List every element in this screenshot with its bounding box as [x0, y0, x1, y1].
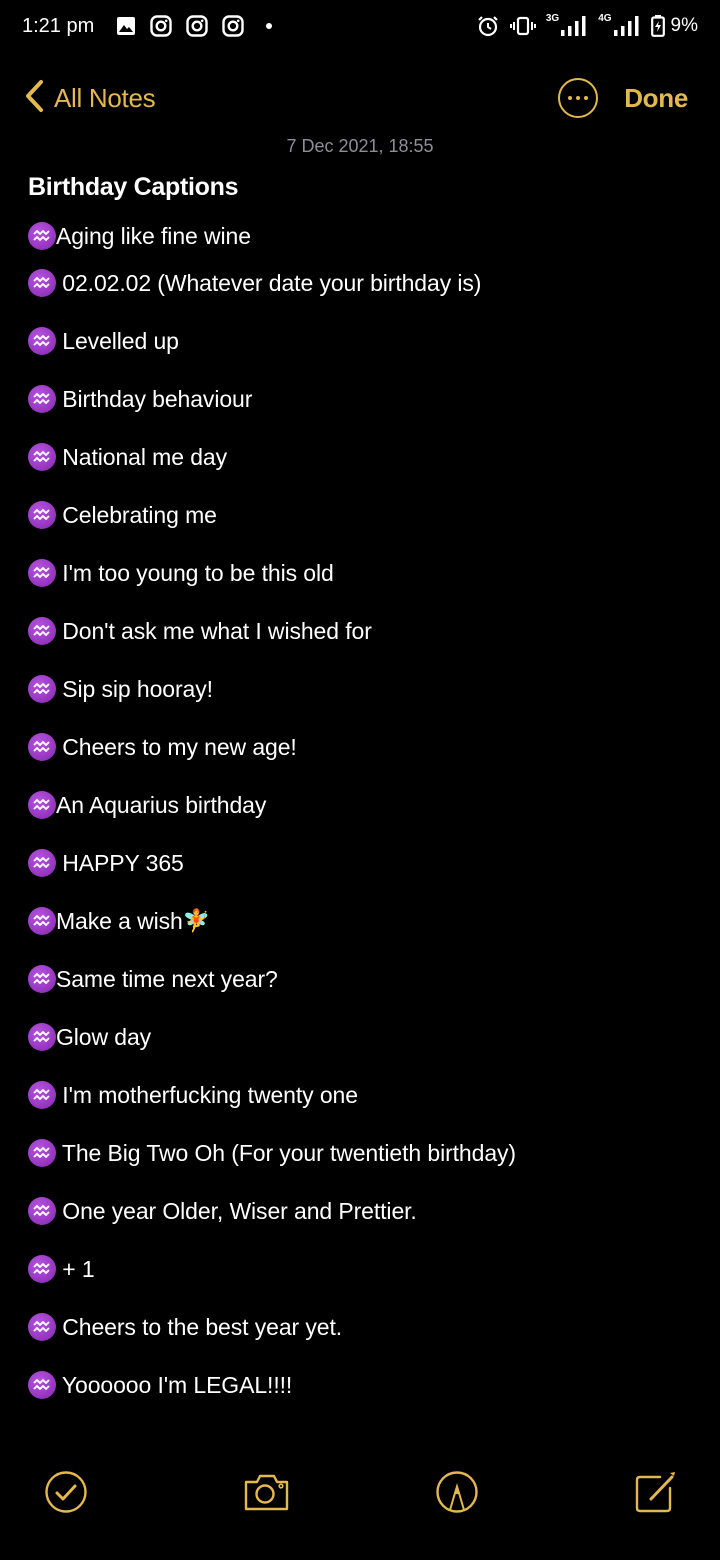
aquarius-icon	[28, 791, 56, 819]
note-line[interactable]: One year Older, Wiser and Prettier.	[28, 1182, 700, 1240]
note-line-text: National me day	[56, 443, 227, 470]
network-3g-label: 3G	[545, 12, 560, 24]
note-line-text: Make a wish	[56, 907, 183, 934]
note-line[interactable]: Birthday behaviour	[28, 370, 700, 428]
note-line-text: HAPPY 365	[56, 849, 184, 876]
note-body[interactable]: Aging like fine wine 02.02.02 (Whatever …	[28, 218, 700, 1414]
note-line[interactable]: Make a wish 🧚	[28, 892, 700, 950]
aquarius-icon	[28, 443, 56, 471]
ellipsis-icon	[566, 96, 590, 100]
aquarius-icon	[28, 1313, 56, 1341]
aquarius-icon	[28, 849, 56, 877]
note-line-text: + 1	[56, 1255, 95, 1282]
note-title[interactable]: Birthday Captions	[28, 173, 239, 202]
note-line-text: An Aquarius birthday	[56, 791, 267, 818]
instagram-icon	[150, 15, 172, 37]
note-line-text: Aging like fine wine	[56, 222, 251, 249]
checklist-button[interactable]	[44, 1470, 88, 1519]
note-line-text: 02.02.02 (Whatever date your birthday is…	[56, 269, 482, 296]
notification-dot-icon	[266, 23, 273, 29]
note-line[interactable]: 02.02.02 (Whatever date your birthday is…	[28, 254, 700, 312]
note-line-text: Cheers to the best year yet.	[56, 1313, 343, 1340]
aquarius-icon	[28, 1023, 56, 1051]
done-button[interactable]: Done	[624, 83, 688, 114]
aquarius-icon	[28, 1081, 56, 1109]
instagram-icon	[186, 15, 208, 37]
note-line[interactable]: I'm motherfucking twenty one	[28, 1066, 700, 1124]
note-line[interactable]: Cheers to my new age!	[28, 718, 700, 776]
note-line-text: Glow day	[56, 1023, 152, 1050]
camera-icon	[243, 1474, 291, 1518]
note-line[interactable]: Cheers to the best year yet.	[28, 1298, 700, 1356]
note-line-text: Same time next year?	[56, 965, 278, 992]
note-line[interactable]: The Big Two Oh (For your twentieth birth…	[28, 1124, 700, 1182]
status-time: 1:21 pm	[22, 14, 95, 37]
checklist-icon	[44, 1471, 88, 1518]
status-bar: 1:21 pm 3G 4G 9%	[0, 0, 720, 52]
aquarius-icon	[28, 1197, 56, 1225]
note-line-text: Levelled up	[56, 327, 179, 354]
aquarius-icon	[28, 327, 56, 355]
note-line[interactable]: Aging like fine wine	[28, 218, 700, 254]
note-line-text: The Big Two Oh (For your twentieth birth…	[56, 1139, 516, 1166]
compose-icon	[634, 1472, 678, 1518]
more-options-button[interactable]	[558, 78, 599, 118]
gallery-icon	[116, 16, 136, 36]
camera-button[interactable]	[243, 1470, 291, 1519]
note-line[interactable]: Same time next year?	[28, 950, 700, 1008]
aquarius-icon	[28, 1139, 56, 1167]
battery-percent: 9%	[670, 15, 698, 36]
back-button[interactable]: All Notes	[24, 79, 156, 118]
note-line-text: Celebrating me	[56, 501, 217, 528]
bottom-toolbar	[0, 1462, 720, 1526]
note-line-text: Sip sip hooray!	[56, 675, 213, 702]
note-line[interactable]: Glow day	[28, 1008, 700, 1066]
aquarius-icon	[28, 907, 56, 935]
markup-pen-icon	[436, 1471, 480, 1518]
note-line-text: One year Older, Wiser and Prettier.	[56, 1197, 417, 1224]
note-line[interactable]: Levelled up	[28, 312, 700, 370]
note-line-text: Birthday behaviour	[56, 385, 253, 412]
aquarius-icon	[28, 501, 56, 529]
note-line[interactable]: National me day	[28, 428, 700, 486]
back-button-label: All Notes	[54, 82, 156, 113]
aquarius-icon	[28, 675, 56, 703]
note-line-text: Cheers to my new age!	[56, 733, 297, 760]
note-line[interactable]: Yoooooo I'm LEGAL!!!!	[28, 1356, 700, 1414]
note-line[interactable]: Sip sip hooray!	[28, 660, 700, 718]
aquarius-icon	[28, 733, 56, 761]
aquarius-icon	[28, 222, 56, 250]
aquarius-icon	[28, 269, 56, 297]
aquarius-icon	[28, 385, 56, 413]
signal-3g-icon	[560, 15, 588, 37]
chevron-left-icon	[24, 79, 44, 118]
compose-button[interactable]	[634, 1470, 678, 1519]
note-line-text: Yoooooo I'm LEGAL!!!!	[56, 1371, 293, 1398]
signal-4g-icon	[613, 15, 641, 37]
note-line[interactable]: An Aquarius birthday	[28, 776, 700, 834]
markup-button[interactable]	[436, 1470, 480, 1519]
alarm-icon	[476, 14, 500, 38]
note-line[interactable]: I'm too young to be this old	[28, 544, 700, 602]
note-line-text: I'm motherfucking twenty one	[56, 1081, 358, 1108]
network-4g-label: 4G	[598, 12, 612, 24]
note-line[interactable]: HAPPY 365	[28, 834, 700, 892]
vibrate-icon	[509, 16, 536, 36]
fairy-emoji-icon: 🧚	[182, 908, 211, 933]
instagram-icon	[222, 15, 244, 37]
note-line-text: I'm too young to be this old	[56, 559, 334, 586]
aquarius-icon	[28, 1371, 56, 1399]
note-line[interactable]: Celebrating me	[28, 486, 700, 544]
note-line[interactable]: + 1	[28, 1240, 700, 1298]
nav-bar: All Notes Done	[0, 70, 720, 126]
aquarius-icon	[28, 559, 56, 587]
aquarius-icon	[28, 617, 56, 645]
note-line-text: Don't ask me what I wished for	[56, 617, 372, 644]
aquarius-icon	[28, 1255, 56, 1283]
note-date: 7 Dec 2021, 18:55	[286, 136, 434, 156]
note-line[interactable]: Don't ask me what I wished for	[28, 602, 700, 660]
aquarius-icon	[28, 965, 56, 993]
battery-charging-icon	[650, 15, 665, 37]
